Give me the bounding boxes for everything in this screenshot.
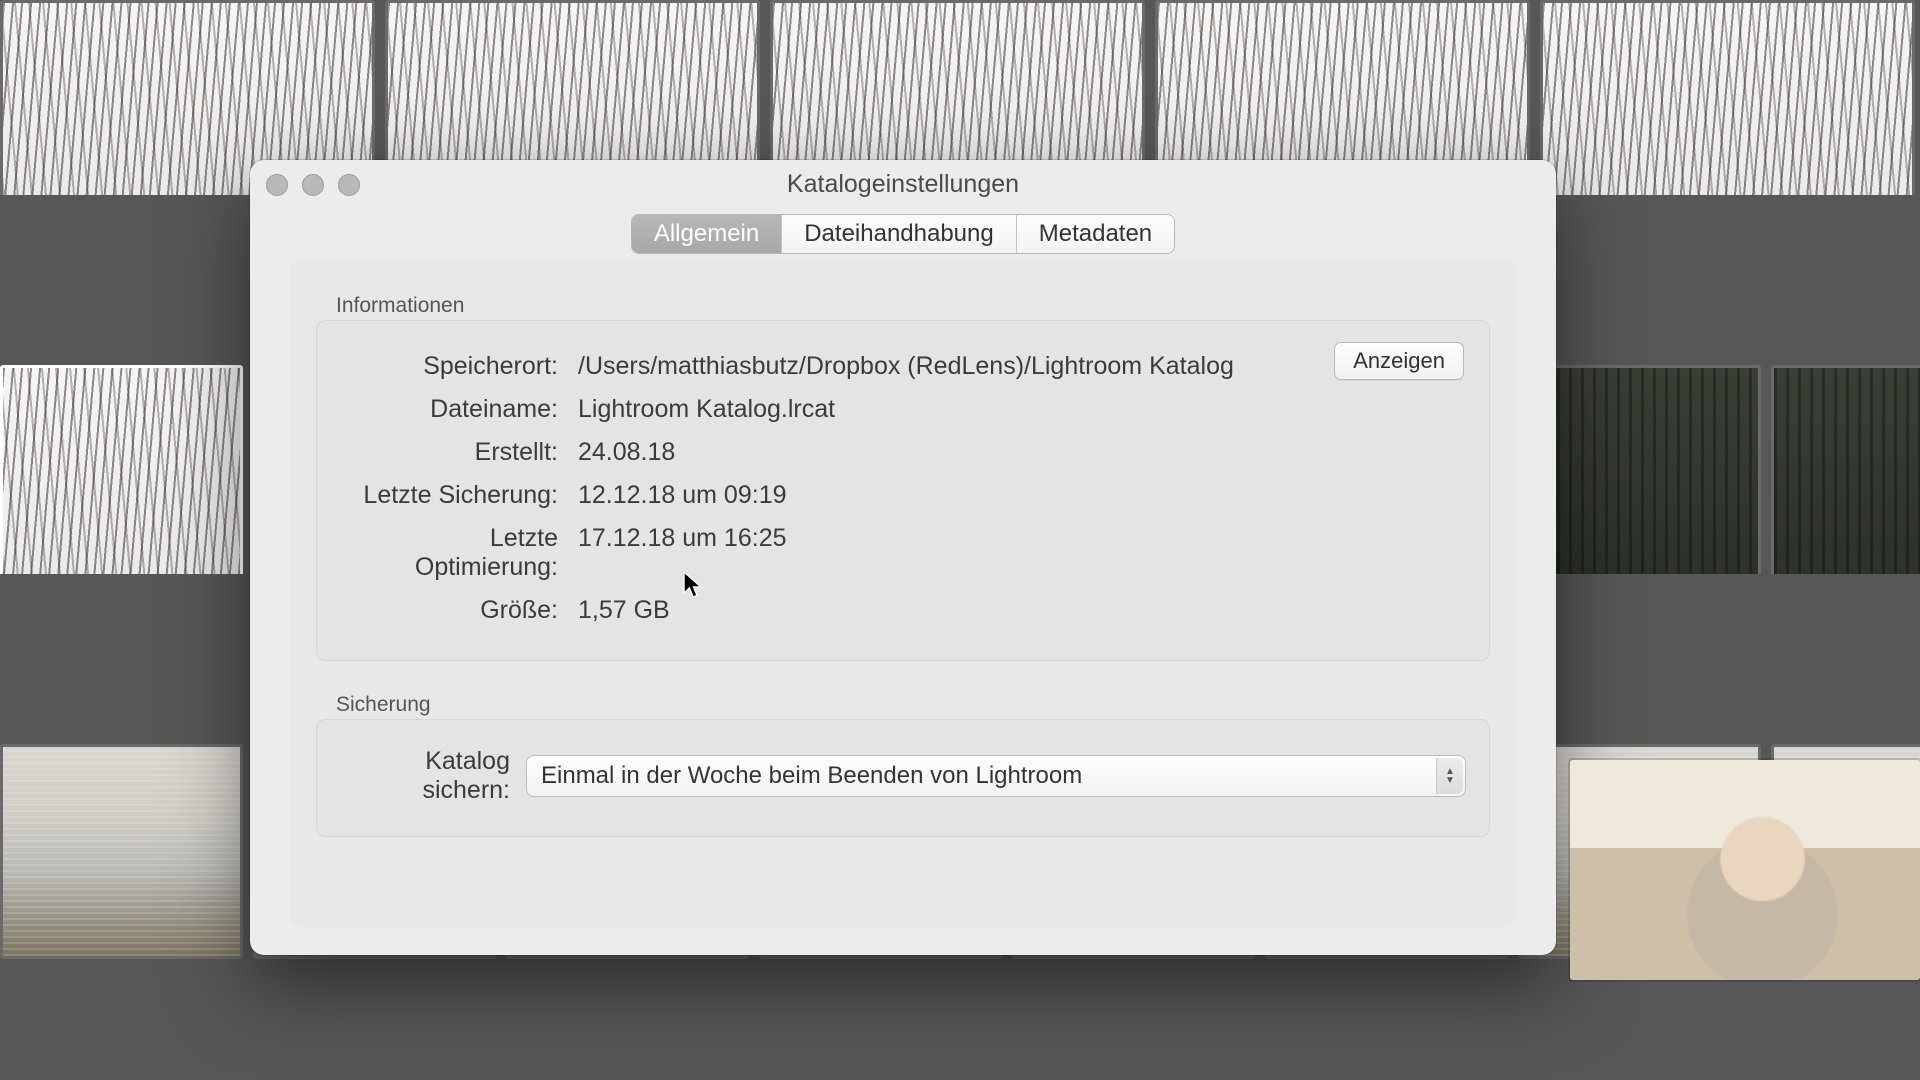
last-optimize-label: Letzte Optimierung: bbox=[340, 524, 558, 582]
minimize-icon[interactable] bbox=[302, 174, 324, 196]
info-card: Anzeigen Speicherort: /Users/matthiasbut… bbox=[316, 320, 1490, 661]
section-label-info: Informationen bbox=[336, 294, 1490, 318]
backup-frequency-label: Katalog sichern: bbox=[340, 747, 510, 805]
zoom-icon[interactable] bbox=[338, 174, 360, 196]
show-in-finder-button[interactable]: Anzeigen bbox=[1334, 342, 1464, 380]
tab-general[interactable]: Allgemein bbox=[632, 215, 782, 253]
size-label: Größe: bbox=[340, 596, 558, 625]
created-value: 24.08.18 bbox=[578, 438, 1466, 467]
content-panel: Informationen Anzeigen Speicherort: /Use… bbox=[290, 260, 1516, 927]
titlebar: Katalogeinstellungen bbox=[250, 160, 1556, 208]
tab-metadata[interactable]: Metadaten bbox=[1017, 215, 1174, 253]
backup-card: Katalog sichern: Einmal in der Woche bei… bbox=[316, 719, 1490, 837]
tab-bar: Allgemein Dateihandhabung Metadaten bbox=[631, 214, 1175, 254]
dialog-title: Katalogeinstellungen bbox=[250, 170, 1556, 199]
last-backup-value: 12.12.18 um 09:19 bbox=[578, 481, 1466, 510]
close-icon[interactable] bbox=[266, 174, 288, 196]
backup-frequency-value: Einmal in der Woche beim Beenden von Lig… bbox=[541, 762, 1082, 790]
filename-label: Dateiname: bbox=[340, 395, 558, 424]
last-backup-label: Letzte Sicherung: bbox=[340, 481, 558, 510]
size-value: 1,57 GB bbox=[578, 596, 1466, 625]
section-label-backup: Sicherung bbox=[336, 693, 1490, 717]
created-label: Erstellt: bbox=[340, 438, 558, 467]
filename-value: Lightroom Katalog.lrcat bbox=[578, 395, 1466, 424]
select-stepper-icon[interactable]: ▲▼ bbox=[1436, 758, 1463, 794]
last-optimize-value: 17.12.18 um 16:25 bbox=[578, 524, 1466, 553]
webcam-overlay bbox=[1570, 760, 1920, 980]
catalog-settings-dialog: Katalogeinstellungen Allgemein Dateihand… bbox=[250, 160, 1556, 955]
location-value: /Users/matthiasbutz/Dropbox (RedLens)/Li… bbox=[578, 352, 1466, 381]
tab-file-handling[interactable]: Dateihandhabung bbox=[782, 215, 1017, 253]
backup-frequency-select[interactable]: Einmal in der Woche beim Beenden von Lig… bbox=[526, 755, 1466, 797]
location-label: Speicherort: bbox=[340, 352, 558, 381]
